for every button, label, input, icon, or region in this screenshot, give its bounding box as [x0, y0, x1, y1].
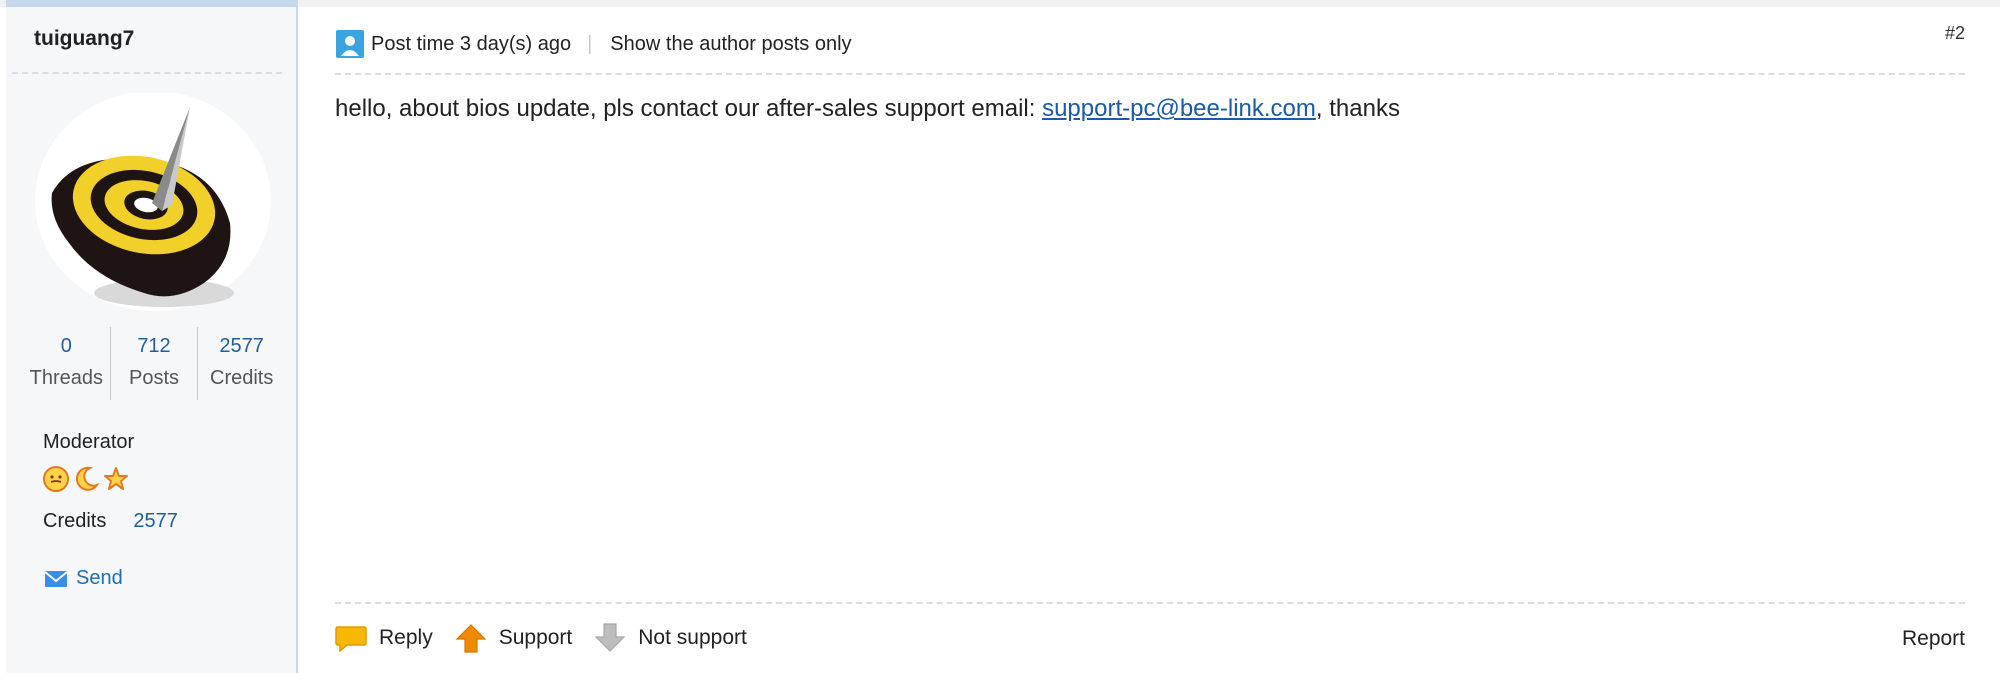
star-icon [104, 467, 128, 490]
stat-posts[interactable]: 712 Posts [109, 327, 198, 400]
not-support-label: Not support [638, 626, 747, 649]
post-header: Post time 3 day(s) ago | Show the author… [335, 23, 1965, 61]
envelope-icon [44, 570, 68, 587]
reply-button[interactable]: Reply [335, 624, 433, 652]
stat-threads-value[interactable]: 0 [23, 331, 110, 361]
post-actions: Reply Support Not support Report [335, 619, 1965, 657]
stat-posts-value[interactable]: 712 [111, 331, 198, 361]
top-strip [0, 0, 2000, 7]
author-username[interactable]: tuiguang7 [34, 27, 134, 51]
stat-posts-label: Posts [128, 367, 180, 389]
moon-icon [75, 466, 100, 491]
top-strip-accent [6, 0, 298, 7]
send-label: Send [76, 567, 123, 589]
footer-separator [335, 602, 1965, 604]
support-button[interactable]: Support [455, 623, 573, 653]
not-support-button[interactable]: Not support [594, 623, 747, 653]
author-sidebar: tuiguang7 0 Threads 712 Posts 2577 Credi… [6, 7, 298, 673]
post-main: Post time 3 day(s) ago | Show the author… [335, 7, 1965, 673]
content-text-prefix: hello, about bios update, pls contact ou… [335, 95, 1043, 122]
reply-label: Reply [379, 626, 433, 649]
user-icon [336, 30, 364, 58]
avatar[interactable] [34, 93, 272, 315]
header-separator [335, 73, 1965, 75]
stat-credits-value[interactable]: 2577 [198, 331, 285, 361]
header-divider: | [587, 32, 593, 55]
credits-label: Credits [43, 510, 107, 532]
stat-threads-label: Threads [29, 367, 104, 389]
credits-value: 2577 [133, 510, 178, 532]
stat-credits[interactable]: 2577 Credits [197, 327, 285, 400]
support-email-link[interactable]: support-pc@bee-link.com [1042, 95, 1316, 122]
arrow-up-icon [455, 624, 487, 653]
author-stats: 0 Threads 712 Posts 2577 Credits [23, 327, 285, 400]
stat-credits-label: Credits [210, 367, 274, 389]
post-time: Post time 3 day(s) ago [371, 32, 572, 55]
rank-icons [42, 465, 130, 493]
send-message-button[interactable]: Send [44, 567, 123, 590]
show-author-posts-link[interactable]: Show the author posts only [610, 33, 851, 56]
user-group[interactable]: Moderator [43, 431, 134, 454]
content-text-suffix: , thanks [1315, 95, 1400, 122]
support-label: Support [498, 626, 573, 649]
post-content: hello, about bios update, pls contact ou… [335, 95, 1400, 123]
author-separator [12, 72, 282, 74]
arrow-down-icon [594, 623, 626, 652]
post-floor-number[interactable]: #2 [1945, 23, 1965, 44]
speech-bubble-icon [335, 626, 367, 652]
report-button[interactable]: Report [1902, 627, 1965, 651]
stat-threads[interactable]: 0 Threads [23, 327, 110, 400]
sun-icon [43, 466, 69, 492]
credits-row: Credits 2577 [43, 510, 178, 533]
